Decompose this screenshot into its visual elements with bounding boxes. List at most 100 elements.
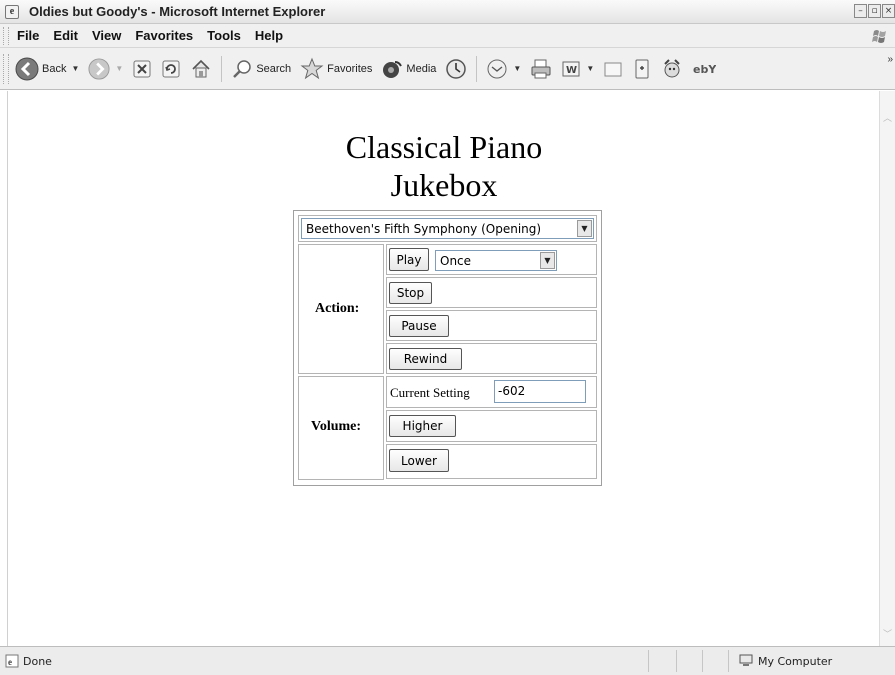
- back-button[interactable]: Back ▼: [15, 57, 79, 81]
- word-icon: W: [562, 61, 580, 76]
- menu-tools[interactable]: Tools: [207, 28, 241, 43]
- chevron-down-icon[interactable]: ▼: [577, 220, 592, 237]
- toolbar-more-icon[interactable]: »: [887, 54, 893, 65]
- higher-cell: Higher: [386, 410, 597, 442]
- status-bar: e Done My Computer: [0, 646, 895, 675]
- stop-button[interactable]: Stop: [389, 282, 432, 304]
- msn-icon: [664, 58, 680, 77]
- back-dropdown-icon[interactable]: ▼: [71, 64, 79, 73]
- ebay-button[interactable]: ebY: [692, 59, 716, 79]
- forward-icon: [88, 57, 110, 80]
- menu-view[interactable]: View: [92, 28, 121, 43]
- forward-button[interactable]: ▼: [88, 57, 123, 80]
- play-cell: Play Once ▼: [386, 244, 597, 275]
- edit-word-button[interactable]: W ▼: [561, 59, 594, 79]
- search-icon: [233, 59, 252, 78]
- menu-edit[interactable]: Edit: [53, 28, 78, 43]
- mail-icon: [487, 59, 507, 78]
- messenger-icon: [635, 59, 649, 78]
- vertical-scrollbar[interactable]: ︿ ﹀: [879, 91, 895, 646]
- media-label: Media: [406, 62, 437, 75]
- page-content: Classical Piano Jukebox Beethoven's Fift…: [7, 91, 879, 646]
- window-controls: – ▫ ×: [854, 4, 895, 18]
- history-icon: [446, 58, 467, 79]
- toolbar-grip: [3, 53, 9, 84]
- zone-text: My Computer: [758, 654, 833, 668]
- security-zone: My Computer: [738, 654, 832, 668]
- forward-dropdown-icon[interactable]: ▼: [115, 64, 123, 73]
- favorites-button[interactable]: Favorites: [300, 57, 372, 81]
- edit-dropdown-icon[interactable]: ▼: [586, 64, 594, 73]
- refresh-button[interactable]: [161, 59, 181, 79]
- menu-file[interactable]: File: [17, 28, 39, 43]
- print-icon: [531, 59, 551, 78]
- rewind-button[interactable]: Rewind: [389, 348, 462, 370]
- favorites-icon: [300, 57, 324, 79]
- status-pane: [676, 650, 677, 672]
- toolbar-separator: [221, 55, 223, 82]
- scroll-down-icon[interactable]: ﹀: [883, 627, 892, 640]
- song-select[interactable]: Beethoven's Fifth Symphony (Opening) ▼: [301, 218, 594, 239]
- minimize-icon[interactable]: –: [854, 4, 867, 18]
- chevron-down-icon[interactable]: ▼: [540, 252, 555, 269]
- lower-cell: Lower: [386, 444, 597, 479]
- stop-button[interactable]: [132, 59, 152, 79]
- restore-icon[interactable]: ▫: [868, 4, 881, 18]
- page-icon: e: [5, 654, 19, 668]
- page-title-line1: Classical Piano: [345, 129, 543, 165]
- status-pane: [702, 650, 703, 672]
- status-pane: [648, 650, 649, 672]
- media-button[interactable]: Media: [381, 58, 436, 80]
- home-button[interactable]: [190, 58, 212, 80]
- discuss-icon: [604, 62, 622, 76]
- jukebox-table: Beethoven's Fifth Symphony (Opening) ▼ A…: [293, 210, 602, 486]
- current-setting-label: Current Setting: [390, 385, 470, 400]
- toolbar: Back ▼ ▼ Search Favorites Media ▼ W ▼ eb…: [0, 48, 895, 90]
- volume-setting-field[interactable]: -602: [494, 380, 586, 403]
- pause-cell: Pause: [386, 310, 597, 341]
- refresh-icon: [162, 60, 180, 77]
- windows-flag-icon: [872, 30, 886, 43]
- current-setting-cell: Current Setting -602: [386, 376, 597, 408]
- song-select-cell: Beethoven's Fifth Symphony (Opening) ▼: [298, 215, 597, 242]
- svg-text:W: W: [566, 65, 577, 76]
- search-button[interactable]: Search: [231, 58, 291, 80]
- repeat-select-value: Once: [440, 253, 472, 268]
- play-button[interactable]: Play: [389, 248, 429, 271]
- close-icon[interactable]: ×: [882, 4, 895, 18]
- menu-help[interactable]: Help: [255, 28, 283, 43]
- song-select-value: Beethoven's Fifth Symphony (Opening): [306, 221, 542, 236]
- status-text: Done: [23, 654, 52, 668]
- title-bar: e Oldies but Goody's - Microsoft Interne…: [0, 0, 895, 24]
- page-title: Classical Piano Jukebox: [8, 128, 880, 204]
- repeat-select[interactable]: Once ▼: [435, 250, 557, 271]
- scroll-up-icon[interactable]: ︿: [883, 111, 892, 124]
- messenger-button[interactable]: [632, 58, 652, 80]
- volume-label-cell: Volume:: [298, 376, 384, 480]
- svg-text:ebY: ebY: [693, 63, 716, 76]
- volume-label: Volume:: [311, 419, 362, 434]
- lower-button[interactable]: Lower: [389, 449, 449, 472]
- mail-dropdown-icon[interactable]: ▼: [513, 64, 521, 73]
- status-done: e Done: [5, 654, 52, 668]
- ie-icon: e: [5, 4, 19, 19]
- menu-favorites[interactable]: Favorites: [135, 28, 193, 43]
- stop-cell: Stop: [386, 277, 597, 308]
- back-icon: [15, 57, 39, 80]
- discuss-button[interactable]: [603, 59, 623, 79]
- msn-button[interactable]: [661, 58, 683, 80]
- page-title-line2: Jukebox: [390, 167, 498, 203]
- history-button[interactable]: [445, 58, 467, 80]
- back-label: Back: [42, 62, 67, 75]
- action-label: Action:: [315, 301, 360, 316]
- rewind-cell: Rewind: [386, 343, 597, 374]
- print-button[interactable]: [530, 58, 552, 80]
- status-pane: [728, 650, 729, 672]
- higher-button[interactable]: Higher: [389, 415, 456, 437]
- home-icon: [192, 59, 210, 77]
- favorites-label: Favorites: [327, 62, 373, 75]
- stop-icon: [133, 60, 151, 77]
- mail-button[interactable]: ▼: [486, 58, 521, 80]
- menu-grip: [3, 26, 9, 45]
- pause-button[interactable]: Pause: [389, 315, 449, 337]
